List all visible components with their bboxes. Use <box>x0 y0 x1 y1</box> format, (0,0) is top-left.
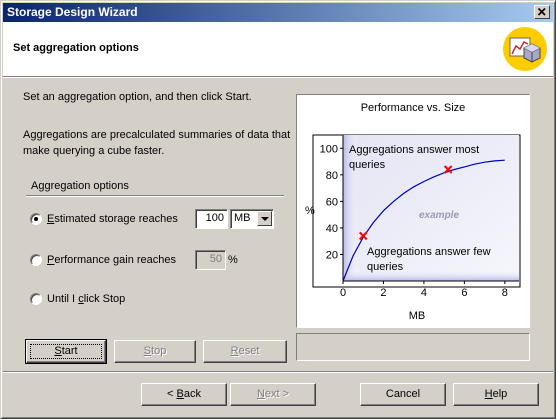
performance-chart: Performance vs. Size 20 40 60 80 100 0 2 4 6 8 Ag… <box>305 102 521 322</box>
wizard-header: Set aggregation options <box>3 22 553 76</box>
x-tick-label: 6 <box>461 287 467 299</box>
storage-size-input[interactable]: 100 <box>195 209 228 229</box>
instruction-text: Set an aggregation option, and then clic… <box>23 91 252 103</box>
y-tick-label: 80 <box>326 170 338 182</box>
performance-gain-input[interactable]: 50 <box>195 250 226 270</box>
back-button[interactable]: < Back <box>141 383 227 406</box>
x-tick-label: 8 <box>502 287 508 299</box>
x-tick-label: 0 <box>340 287 346 299</box>
percent-unit: % <box>228 254 238 266</box>
header-separator <box>3 76 553 78</box>
chart-title: Performance vs. Size <box>361 102 466 114</box>
aggregation-options-label: Aggregation options <box>31 180 129 192</box>
annotation-bottom-line-1: Aggregations answer few <box>367 246 491 258</box>
until-stop-label[interactable]: Until I click Stop <box>47 293 125 305</box>
window-title: Storage Design Wizard <box>7 5 138 19</box>
group-separator <box>26 195 284 197</box>
storage-unit-select[interactable]: MB <box>230 209 274 229</box>
annotation-bottom-line-2: queries <box>367 261 404 273</box>
description-line-1: Aggregations are precalculated summaries… <box>23 129 291 141</box>
cube-chart-icon <box>503 27 547 71</box>
reset-button[interactable]: Reset <box>203 340 287 363</box>
x-axis-label: MB <box>409 310 426 322</box>
status-area <box>296 333 530 361</box>
until-stop-radio[interactable] <box>30 293 42 305</box>
close-button[interactable] <box>534 5 550 19</box>
start-button[interactable]: Start <box>25 339 107 364</box>
y-tick-label: 20 <box>326 249 338 261</box>
estimated-storage-label[interactable]: Estimated storage reaches <box>47 213 178 225</box>
shade-left <box>343 135 359 281</box>
y-tick-label: 60 <box>326 196 338 208</box>
y-axis-label: % <box>305 205 315 217</box>
next-button[interactable]: Next > <box>230 383 316 406</box>
chevron-down-icon[interactable] <box>257 211 272 226</box>
annotation-top-line-2: queries <box>349 159 386 171</box>
performance-gain-label[interactable]: Performance gain reaches <box>47 254 176 266</box>
cancel-button[interactable]: Cancel <box>360 383 446 406</box>
annotation-top-line-1: Aggregations answer most <box>349 144 479 156</box>
storage-unit-value: MB <box>234 212 251 224</box>
focus-rect <box>30 344 102 359</box>
description-line-2: make querying a cube faster. <box>23 145 165 157</box>
help-button[interactable]: Help <box>453 383 539 406</box>
estimated-storage-radio[interactable] <box>30 213 42 225</box>
title-bar[interactable]: Storage Design Wizard <box>3 3 553 22</box>
plot-background <box>343 135 519 281</box>
y-tick-label: 100 <box>320 143 338 155</box>
radio-selected-dot <box>34 217 38 221</box>
example-watermark: example <box>419 210 459 221</box>
x-tick-label: 2 <box>380 287 386 299</box>
performance-gain-radio[interactable] <box>30 254 42 266</box>
close-icon <box>537 7 546 16</box>
y-tick-label: 40 <box>326 223 338 235</box>
x-tick-label: 4 <box>421 287 427 299</box>
performance-chart-panel: Performance vs. Size 20 40 60 80 100 0 2 4 6 8 Ag… <box>296 94 530 328</box>
stop-button[interactable]: Stop <box>114 340 196 363</box>
page-title: Set aggregation options <box>13 42 139 54</box>
footer-separator <box>3 371 553 373</box>
